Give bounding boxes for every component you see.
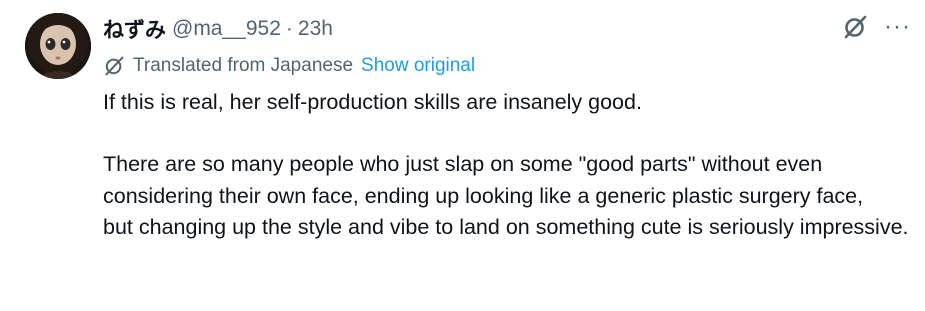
translation-notice: Translated from Japanese Show original [103,52,475,80]
avatar-image [25,13,91,79]
tweet-paragraph: There are so many people who just slap o… [103,152,864,208]
author-handle[interactable]: @ma__952 [172,17,281,41]
show-original-link[interactable]: Show original [361,55,475,77]
translation-label: Translated from Japanese [133,55,354,76]
grok-icon[interactable] [842,14,868,40]
tweet-header: ねずみ @ma__952 · 23h [103,14,333,44]
tweet-top-actions: ··· [842,14,911,40]
tweet-timestamp[interactable]: 23h [298,17,333,41]
translate-icon [103,55,125,77]
tweet-body: If this is real, her self-production ski… [103,87,913,243]
header-separator: · [285,17,293,40]
tweet[interactable]: ねずみ @ma__952 · 23h ··· Translated from J… [0,0,925,311]
author-display-name[interactable]: ねずみ [103,14,166,44]
tweet-paragraph: but changing up the style and vibe to la… [103,214,909,239]
avatar[interactable] [25,13,91,79]
tweet-paragraph: If this is real, her self-production ski… [103,90,642,114]
more-icon[interactable]: ··· [884,15,911,39]
